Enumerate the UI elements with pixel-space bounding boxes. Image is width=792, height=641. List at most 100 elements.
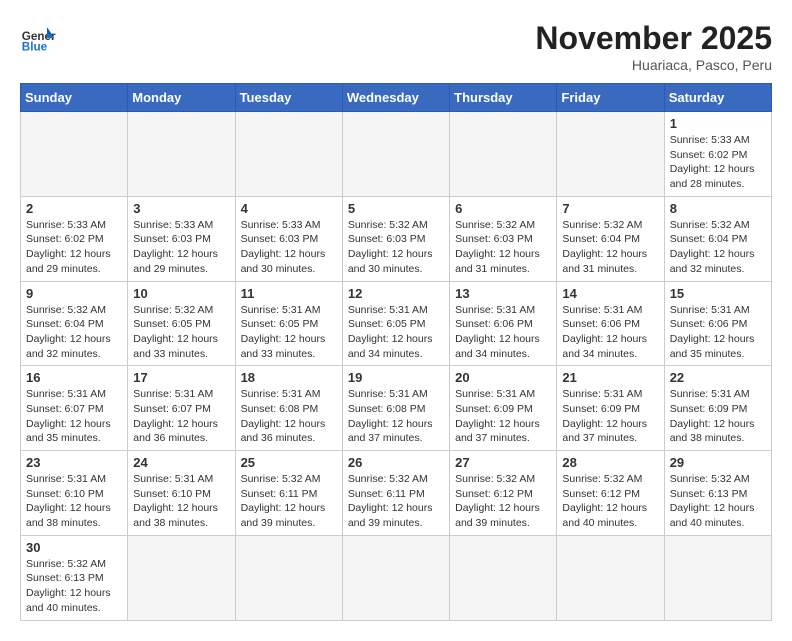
- day-info: Sunrise: 5:33 AM Sunset: 6:03 PM Dayligh…: [133, 218, 229, 277]
- weekday-header-sunday: Sunday: [21, 84, 128, 112]
- calendar-cell: 1Sunrise: 5:33 AM Sunset: 6:02 PM Daylig…: [664, 112, 771, 197]
- day-number: 30: [26, 540, 122, 555]
- weekday-header-thursday: Thursday: [450, 84, 557, 112]
- day-number: 11: [241, 286, 337, 301]
- calendar-cell: 14Sunrise: 5:31 AM Sunset: 6:06 PM Dayli…: [557, 281, 664, 366]
- day-number: 15: [670, 286, 766, 301]
- calendar-cell: [128, 535, 235, 620]
- calendar-cell: 7 Sunrise: 5:32 AM Sunset: 6:04 PM Daylig…: [557, 196, 664, 281]
- calendar-cell: 29 Sunrise: 5:32 AM Sunset: 6:13 PM Dayli…: [664, 451, 771, 536]
- day-info: Sunrise: 5:31 AM Sunset: 6:06 PM Dayligh…: [562, 303, 658, 362]
- day-info: Sunrise: 5:31 AM Sunset: 6:07 PM Dayligh…: [26, 387, 122, 446]
- calendar-cell: 16Sunrise: 5:31 AM Sunset: 6:07 PM Dayli…: [21, 366, 128, 451]
- calendar-cell: [557, 535, 664, 620]
- calendar-cell: 25Sunrise: 5:32 AM Sunset: 6:11 PM Dayli…: [235, 451, 342, 536]
- day-info: Sunrise: 5:32 AM Sunset: 6:04 PM Dayligh…: [26, 303, 122, 362]
- weekday-header-row: SundayMondayTuesdayWednesdayThursdayFrid…: [21, 84, 772, 112]
- day-info: Sunrise: 5:32 AM Sunset: 6:03 PM Dayligh…: [455, 218, 551, 277]
- title-block: November 2025 Huariaca, Pasco, Peru: [535, 20, 772, 73]
- day-info: Sunrise: 5:31 AM Sunset: 6:10 PM Dayligh…: [133, 472, 229, 531]
- svg-text:Blue: Blue: [22, 41, 48, 54]
- logo-icon: General Blue: [20, 20, 56, 56]
- calendar-cell: 8Sunrise: 5:32 AM Sunset: 6:04 PM Daylig…: [664, 196, 771, 281]
- day-number: 6: [455, 201, 551, 216]
- day-info: Sunrise: 5:31 AM Sunset: 6:09 PM Dayligh…: [562, 387, 658, 446]
- calendar-cell: 24 Sunrise: 5:31 AM Sunset: 6:10 PM Dayli…: [128, 451, 235, 536]
- day-number: 21: [562, 370, 658, 385]
- day-number: 2: [26, 201, 122, 216]
- day-number: 4: [241, 201, 337, 216]
- page-header: General Blue November 2025 Huariaca, Pas…: [20, 20, 772, 73]
- day-number: 22: [670, 370, 766, 385]
- day-number: 13: [455, 286, 551, 301]
- day-info: Sunrise: 5:33 AM Sunset: 6:02 PM Dayligh…: [670, 133, 766, 192]
- day-info: Sunrise: 5:32 AM Sunset: 6:12 PM Dayligh…: [455, 472, 551, 531]
- calendar-cell: [342, 112, 449, 197]
- calendar-week-row: 1Sunrise: 5:33 AM Sunset: 6:02 PM Daylig…: [21, 112, 772, 197]
- day-info: Sunrise: 5:31 AM Sunset: 6:08 PM Dayligh…: [241, 387, 337, 446]
- day-number: 23: [26, 455, 122, 470]
- calendar-cell: 26Sunrise: 5:32 AM Sunset: 6:11 PM Dayli…: [342, 451, 449, 536]
- logo: General Blue: [20, 20, 56, 56]
- calendar-cell: [450, 535, 557, 620]
- calendar-week-row: 16Sunrise: 5:31 AM Sunset: 6:07 PM Dayli…: [21, 366, 772, 451]
- day-number: 20: [455, 370, 551, 385]
- day-number: 9: [26, 286, 122, 301]
- day-info: Sunrise: 5:32 AM Sunset: 6:04 PM Dayligh…: [562, 218, 658, 277]
- location-subtitle: Huariaca, Pasco, Peru: [535, 57, 772, 73]
- calendar-cell: 28 Sunrise: 5:32 AM Sunset: 6:12 PM Dayli…: [557, 451, 664, 536]
- day-number: 12: [348, 286, 444, 301]
- day-info: Sunrise: 5:32 AM Sunset: 6:04 PM Dayligh…: [670, 218, 766, 277]
- day-number: 3: [133, 201, 229, 216]
- calendar-cell: 17Sunrise: 5:31 AM Sunset: 6:07 PM Dayli…: [128, 366, 235, 451]
- calendar-cell: 6 Sunrise: 5:32 AM Sunset: 6:03 PM Daylig…: [450, 196, 557, 281]
- day-info: Sunrise: 5:31 AM Sunset: 6:06 PM Dayligh…: [670, 303, 766, 362]
- calendar-cell: 18 Sunrise: 5:31 AM Sunset: 6:08 PM Dayli…: [235, 366, 342, 451]
- calendar-cell: 27 Sunrise: 5:32 AM Sunset: 6:12 PM Dayli…: [450, 451, 557, 536]
- day-number: 19: [348, 370, 444, 385]
- day-info: Sunrise: 5:31 AM Sunset: 6:09 PM Dayligh…: [670, 387, 766, 446]
- calendar-cell: 9 Sunrise: 5:32 AM Sunset: 6:04 PM Daylig…: [21, 281, 128, 366]
- calendar-cell: 21 Sunrise: 5:31 AM Sunset: 6:09 PM Dayli…: [557, 366, 664, 451]
- day-number: 24: [133, 455, 229, 470]
- weekday-header-tuesday: Tuesday: [235, 84, 342, 112]
- day-number: 7: [562, 201, 658, 216]
- calendar-week-row: 23 Sunrise: 5:31 AM Sunset: 6:10 PM Dayli…: [21, 451, 772, 536]
- calendar-week-row: 2 Sunrise: 5:33 AM Sunset: 6:02 PM Daylig…: [21, 196, 772, 281]
- day-info: Sunrise: 5:31 AM Sunset: 6:05 PM Dayligh…: [241, 303, 337, 362]
- calendar-cell: 4Sunrise: 5:33 AM Sunset: 6:03 PM Daylig…: [235, 196, 342, 281]
- day-number: 29: [670, 455, 766, 470]
- calendar-cell: [450, 112, 557, 197]
- day-number: 27: [455, 455, 551, 470]
- day-number: 18: [241, 370, 337, 385]
- day-info: Sunrise: 5:31 AM Sunset: 6:06 PM Dayligh…: [455, 303, 551, 362]
- day-number: 25: [241, 455, 337, 470]
- day-number: 28: [562, 455, 658, 470]
- day-info: Sunrise: 5:32 AM Sunset: 6:12 PM Dayligh…: [562, 472, 658, 531]
- calendar-cell: 15 Sunrise: 5:31 AM Sunset: 6:06 PM Dayli…: [664, 281, 771, 366]
- day-info: Sunrise: 5:32 AM Sunset: 6:03 PM Dayligh…: [348, 218, 444, 277]
- day-info: Sunrise: 5:33 AM Sunset: 6:02 PM Dayligh…: [26, 218, 122, 277]
- calendar-cell: 12 Sunrise: 5:31 AM Sunset: 6:05 PM Dayli…: [342, 281, 449, 366]
- weekday-header-wednesday: Wednesday: [342, 84, 449, 112]
- weekday-header-monday: Monday: [128, 84, 235, 112]
- calendar-cell: 19 Sunrise: 5:31 AM Sunset: 6:08 PM Dayli…: [342, 366, 449, 451]
- day-info: Sunrise: 5:32 AM Sunset: 6:13 PM Dayligh…: [26, 557, 122, 616]
- calendar-cell: 10Sunrise: 5:32 AM Sunset: 6:05 PM Dayli…: [128, 281, 235, 366]
- weekday-header-friday: Friday: [557, 84, 664, 112]
- day-info: Sunrise: 5:31 AM Sunset: 6:08 PM Dayligh…: [348, 387, 444, 446]
- day-info: Sunrise: 5:31 AM Sunset: 6:10 PM Dayligh…: [26, 472, 122, 531]
- day-info: Sunrise: 5:32 AM Sunset: 6:11 PM Dayligh…: [348, 472, 444, 531]
- calendar-cell: [342, 535, 449, 620]
- day-info: Sunrise: 5:32 AM Sunset: 6:13 PM Dayligh…: [670, 472, 766, 531]
- day-number: 10: [133, 286, 229, 301]
- calendar-cell: 5 Sunrise: 5:32 AM Sunset: 6:03 PM Daylig…: [342, 196, 449, 281]
- calendar-cell: 23 Sunrise: 5:31 AM Sunset: 6:10 PM Dayli…: [21, 451, 128, 536]
- day-info: Sunrise: 5:31 AM Sunset: 6:05 PM Dayligh…: [348, 303, 444, 362]
- calendar-week-row: 9 Sunrise: 5:32 AM Sunset: 6:04 PM Daylig…: [21, 281, 772, 366]
- day-number: 5: [348, 201, 444, 216]
- calendar-cell: 30 Sunrise: 5:32 AM Sunset: 6:13 PM Dayli…: [21, 535, 128, 620]
- day-info: Sunrise: 5:31 AM Sunset: 6:09 PM Dayligh…: [455, 387, 551, 446]
- calendar-cell: 13 Sunrise: 5:31 AM Sunset: 6:06 PM Dayli…: [450, 281, 557, 366]
- month-title: November 2025: [535, 20, 772, 57]
